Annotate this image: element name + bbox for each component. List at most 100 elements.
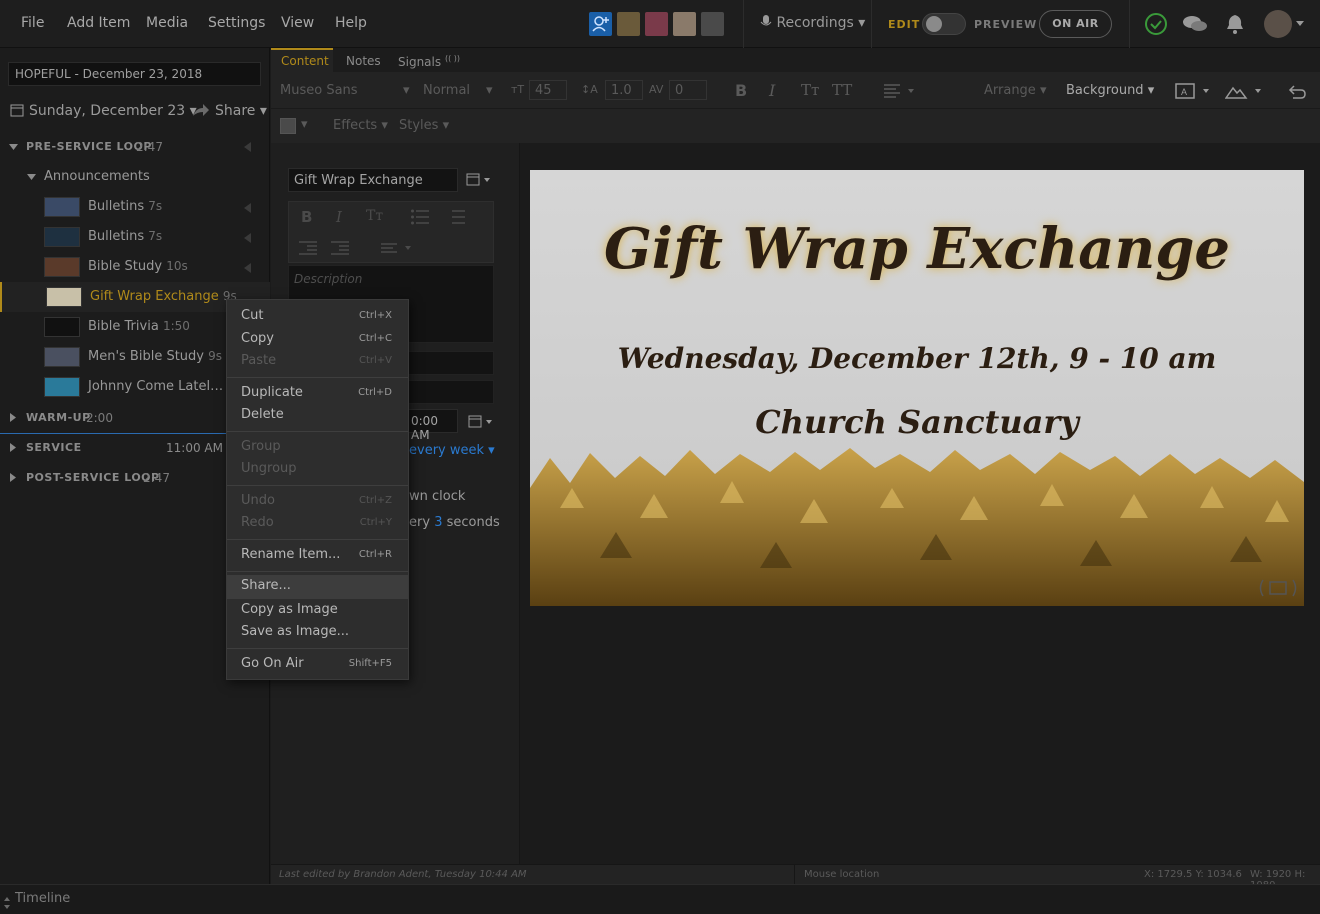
- item-title-input[interactable]: Gift Wrap Exchange: [288, 168, 458, 192]
- on-air-button[interactable]: ON AIR: [1039, 10, 1112, 38]
- bold-button[interactable]: B: [735, 81, 747, 100]
- small-caps-button[interactable]: Tт: [366, 208, 383, 224]
- menu-item-save-as-image[interactable]: Save as Image...: [227, 621, 408, 643]
- font-family-select[interactable]: Museo Sans: [280, 83, 358, 98]
- calendar-icon[interactable]: [468, 415, 494, 429]
- microphone-icon: [760, 15, 772, 26]
- small-caps-button[interactable]: Tт: [801, 81, 819, 99]
- styles-menu[interactable]: Styles ▾: [399, 118, 449, 133]
- menu-item-rename[interactable]: Rename Item... Ctrl+R: [227, 544, 408, 566]
- plan-date-menu[interactable]: Sunday, December 23 ▾: [10, 103, 197, 119]
- recordings-menu[interactable]: Recordings ▾: [760, 15, 865, 31]
- all-caps-button[interactable]: TT: [832, 81, 852, 99]
- item-duration: 7s: [148, 229, 163, 243]
- bullet-list-icon[interactable]: [411, 209, 429, 225]
- slide-preview[interactable]: Gift Wrap Exchange Wednesday, December 1…: [530, 170, 1304, 606]
- menu-item-go-on-air[interactable]: Go On Air Shift+F5: [227, 653, 408, 675]
- menu-item-copy[interactable]: Copy Ctrl+C: [227, 328, 408, 350]
- menu-item-undo[interactable]: Undo Ctrl+Z: [227, 490, 408, 512]
- menu-media[interactable]: Media: [146, 15, 188, 31]
- menu-item-copy-as-image[interactable]: Copy as Image: [227, 599, 408, 621]
- item-name: Bulletins: [88, 199, 145, 214]
- menu-item-delete[interactable]: Delete: [227, 404, 408, 426]
- menu-item-group[interactable]: Group: [227, 436, 408, 458]
- font-size-icon: ᴛT: [511, 83, 525, 96]
- line-height-input[interactable]: 1.0: [605, 80, 643, 100]
- font-size-input[interactable]: 45: [529, 80, 567, 100]
- calendar-icon[interactable]: [466, 173, 492, 187]
- menu-item-share[interactable]: Share...: [227, 575, 408, 599]
- timeline-bar[interactable]: Timeline: [0, 884, 1320, 914]
- edit-label[interactable]: EDIT: [888, 18, 920, 31]
- italic-button[interactable]: I: [769, 81, 775, 100]
- item-thumbnail: [44, 377, 80, 397]
- item-thumbnail: [44, 257, 80, 277]
- menu-help[interactable]: Help: [335, 15, 367, 31]
- every-prefix: ery: [409, 515, 431, 530]
- section-pre-service-loop[interactable]: PRE-SERVICE LOOP 2:47: [0, 132, 270, 162]
- time-input[interactable]: 0:00 AM: [408, 409, 458, 442]
- menu-item-duplicate[interactable]: Duplicate Ctrl+D: [227, 382, 408, 404]
- text-box-icon[interactable]: A: [1175, 82, 1213, 100]
- image-icon[interactable]: [1225, 82, 1265, 100]
- outdent-icon[interactable]: [299, 240, 317, 256]
- menu-item-paste[interactable]: Paste Ctrl+V: [227, 350, 408, 372]
- broadcast-screen-icon[interactable]: [1258, 578, 1298, 598]
- list-item[interactable]: Bulletins 7s: [0, 192, 270, 222]
- clock-label: wn clock: [409, 489, 466, 504]
- seconds-value[interactable]: 3: [434, 515, 442, 530]
- tab-signals[interactable]: Signals (( )): [398, 54, 460, 69]
- share-menu[interactable]: Share ▾: [193, 103, 267, 119]
- menu-add-item[interactable]: Add Item: [67, 15, 130, 31]
- chat-icon[interactable]: [1182, 13, 1208, 35]
- menu-item-cut[interactable]: Cut Ctrl+X: [227, 305, 408, 327]
- plan-title[interactable]: HOPEFUL - December 23, 2018: [8, 62, 261, 86]
- avatar[interactable]: [645, 12, 668, 36]
- preview-label[interactable]: PREVIEW: [974, 18, 1037, 31]
- avatar[interactable]: [701, 12, 724, 36]
- bold-button[interactable]: B: [301, 208, 312, 226]
- arrange-label: Arrange: [984, 83, 1036, 98]
- effects-menu[interactable]: Effects ▾: [333, 118, 388, 133]
- list-item[interactable]: Bulletins 7s: [0, 222, 270, 252]
- italic-button[interactable]: I: [336, 208, 342, 226]
- section-duration: 2:00: [86, 411, 113, 425]
- chevron-down-icon[interactable]: [1296, 21, 1304, 27]
- edit-preview-toggle[interactable]: [922, 13, 966, 35]
- avatar[interactable]: [617, 12, 640, 36]
- repeat-select[interactable]: every week ▾: [409, 443, 495, 458]
- tab-content[interactable]: Content: [281, 54, 329, 68]
- numbered-list-icon[interactable]: [447, 209, 465, 225]
- user-avatar[interactable]: [1264, 10, 1292, 38]
- check-circle-icon[interactable]: [1144, 12, 1168, 36]
- tab-notes[interactable]: Notes: [346, 54, 381, 68]
- resize-handle-icon[interactable]: [4, 897, 10, 909]
- letter-spacing-input[interactable]: 0: [669, 80, 707, 100]
- background-menu[interactable]: Background ▾: [1066, 83, 1154, 98]
- indent-icon[interactable]: [331, 240, 349, 256]
- menu-file[interactable]: File: [21, 15, 44, 31]
- section-duration: 2:47: [136, 140, 163, 154]
- font-weight-value: Normal: [423, 83, 471, 98]
- add-user-icon[interactable]: [589, 12, 612, 36]
- menu-settings[interactable]: Settings: [208, 15, 265, 31]
- speaker-icon: [244, 263, 251, 273]
- align-icon[interactable]: [381, 242, 413, 254]
- bell-icon[interactable]: [1224, 13, 1246, 35]
- menu-view[interactable]: View: [281, 15, 314, 31]
- item-thumbnail: [44, 317, 80, 337]
- color-swatch[interactable]: [280, 118, 296, 134]
- menu-item-ungroup[interactable]: Ungroup: [227, 458, 408, 480]
- list-item[interactable]: Bible Study 10s: [0, 252, 270, 282]
- font-family-value: Museo Sans: [280, 83, 358, 98]
- avatar[interactable]: [673, 12, 696, 36]
- align-icon[interactable]: [884, 84, 914, 98]
- item-thumbnail: [44, 197, 80, 217]
- menu-item-redo[interactable]: Redo Ctrl+Y: [227, 512, 408, 534]
- caret-down-icon: ▾: [486, 83, 493, 98]
- section-time: 11:00 AM: [166, 441, 223, 455]
- arrange-menu[interactable]: Arrange ▾: [984, 83, 1046, 98]
- font-weight-select[interactable]: Normal: [423, 83, 470, 98]
- group-announcements[interactable]: Announcements: [0, 162, 270, 192]
- undo-icon[interactable]: [1287, 82, 1307, 100]
